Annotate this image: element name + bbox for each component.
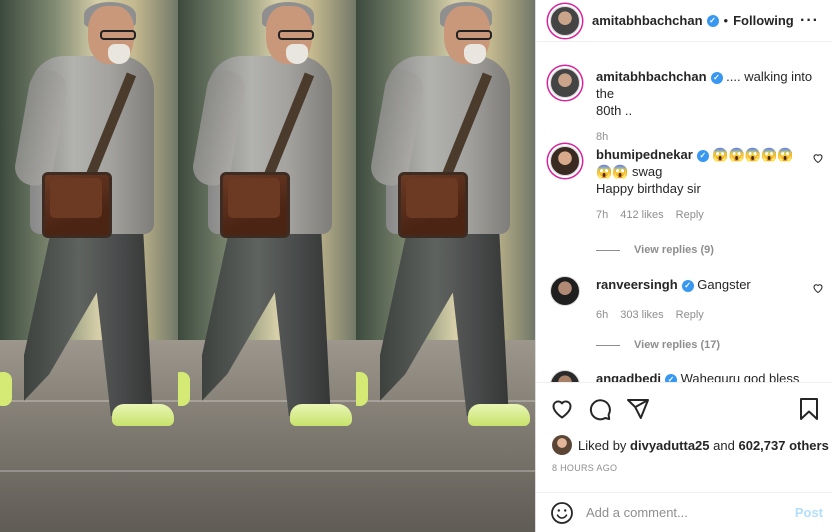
comment-username[interactable]: ranveersingh [596, 277, 678, 292]
comment-input[interactable] [586, 505, 786, 520]
post-sidebar: amitabhbachchan ✓ • Following ··· amitab… [535, 0, 832, 532]
comment-username[interactable]: bhumipednekar [596, 147, 693, 162]
comment-item: bhumipednekar ✓ 😱😱😱😱😱 😱😱 swag Happy birth… [550, 146, 823, 224]
comment-text-line2: Happy birthday sir [596, 181, 701, 196]
smile-icon[interactable] [550, 501, 574, 525]
post-actions: Liked by divyadutta25 and 602,737 others… [536, 382, 832, 473]
image-panel-3 [356, 0, 535, 532]
post-timestamp[interactable]: 8 HOURS AGO [552, 463, 617, 473]
comment-item: angadbedi ✓ Waheguru god bless [550, 370, 820, 382]
verified-badge-icon: ✓ [706, 14, 719, 27]
post-image[interactable] [0, 0, 535, 532]
comment-text: Gangster [697, 277, 751, 292]
heart-icon[interactable] [550, 397, 574, 421]
verified-badge-icon: ✓ [665, 373, 678, 382]
caption-avatar[interactable] [550, 68, 580, 98]
likes-count[interactable]: 602,737 others [738, 438, 828, 453]
view-replies-button[interactable]: View replies (9) [596, 244, 714, 256]
more-options-icon[interactable]: ··· [800, 12, 819, 30]
post-button[interactable]: Post [795, 505, 823, 520]
commenter-avatar[interactable] [550, 370, 580, 382]
reply-button[interactable]: Reply [676, 307, 704, 324]
commenter-avatar[interactable] [550, 276, 580, 306]
comment-icon[interactable] [588, 397, 612, 421]
comments-list[interactable]: amitabhbachchan ✓ .... walking into the 8… [536, 42, 832, 382]
comment-emoji: 😱😱😱😱😱 [712, 147, 794, 162]
comment-text: Waheguru god bless [680, 371, 800, 382]
caption-text-line2: 80th .. [596, 103, 633, 118]
verified-badge-icon: ✓ [696, 149, 709, 162]
caption: amitabhbachchan ✓ .... walking into the 8… [550, 68, 820, 146]
verified-badge-icon: ✓ [710, 71, 723, 84]
commenter-avatar[interactable] [550, 146, 580, 176]
add-comment-bar: Post [536, 492, 832, 532]
caption-time: 8h [596, 131, 609, 143]
likes-and: and [713, 437, 735, 453]
image-panel-2 [178, 0, 358, 532]
liker-username[interactable]: divyadutta25 [630, 438, 709, 453]
liker-avatar[interactable] [552, 435, 572, 455]
author-username[interactable]: amitabhbachchan [592, 13, 703, 28]
caption-username[interactable]: amitabhbachchan [596, 69, 707, 84]
verified-badge-icon: ✓ [681, 279, 694, 292]
bookmark-icon[interactable] [797, 397, 821, 421]
comment-likes[interactable]: 303 likes [620, 307, 663, 324]
author-avatar[interactable] [550, 5, 580, 36]
image-panel-1 [0, 0, 180, 532]
comment-text-line1: 😱😱 swag [596, 164, 663, 179]
like-comment-heart-icon[interactable] [812, 152, 824, 164]
share-icon[interactable] [626, 397, 650, 421]
replies-divider [596, 249, 620, 251]
view-replies-label[interactable]: View replies (9) [634, 244, 714, 256]
view-replies-label[interactable]: View replies (17) [634, 339, 720, 351]
comment-time: 7h [596, 209, 609, 221]
comment-item: ranveersingh ✓ Gangster 6h 303 likes Repl… [550, 276, 823, 324]
comment-time: 6h [596, 309, 609, 321]
comment-username[interactable]: angadbedi [596, 371, 661, 382]
likes-summary[interactable]: Liked by divyadutta25 and 602,737 others [552, 435, 829, 455]
likes-prefix: Liked by [578, 437, 627, 453]
post-header: amitabhbachchan ✓ • Following ··· [536, 0, 832, 42]
separator-dot: • [723, 13, 729, 28]
comment-likes[interactable]: 412 likes [620, 207, 663, 224]
reply-button[interactable]: Reply [676, 207, 704, 224]
like-comment-heart-icon[interactable] [812, 282, 824, 294]
replies-divider [596, 344, 620, 346]
view-replies-button[interactable]: View replies (17) [596, 339, 720, 351]
following-button[interactable]: Following [733, 13, 794, 28]
